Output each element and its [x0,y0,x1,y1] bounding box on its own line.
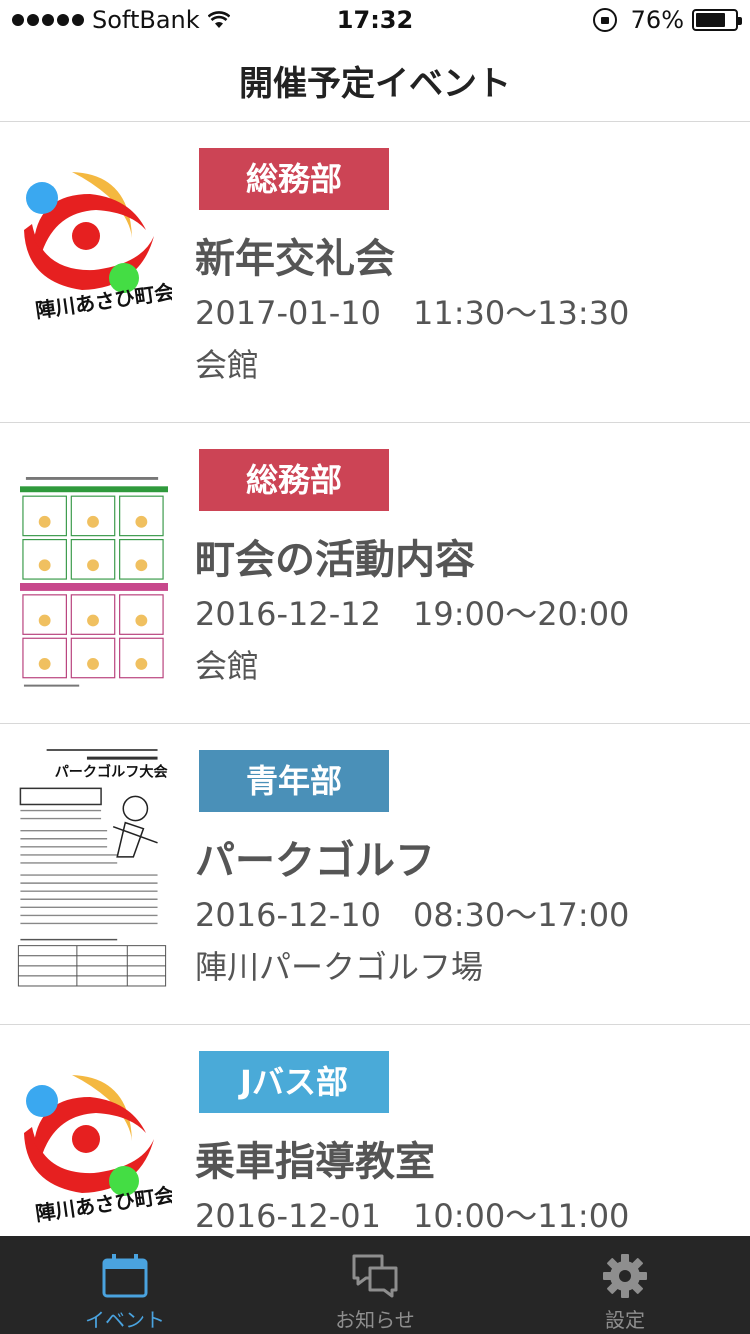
status-bar: SoftBank 17:32 76% [0,0,750,40]
event-row[interactable]: 陣川あさひ町会 総務部 新年交礼会 2017-01-10 11:30〜13:30… [0,122,750,423]
department-badge: 総務部 [199,148,389,210]
event-title: 乗車指導教室 [195,1139,435,1185]
event-row[interactable]: 総務部 町会の活動内容 2016-12-12 19:00〜20:00 会館 [0,423,750,724]
navigation-bar: 開催予定イベント [0,40,750,122]
event-title: 新年交礼会 [195,236,395,282]
department-badge: 総務部 [199,449,389,511]
event-place: 会館 [195,346,260,384]
event-datetime: 2017-01-10 11:30〜13:30 [195,294,630,332]
event-place: 会館 [195,647,260,685]
activity-flyer-thumbnail [20,472,168,695]
town-association-logo: 陣川あさひ町会 [12,1063,172,1223]
page-title: 開催予定イベント [239,64,511,104]
tab-events-label: イベント [85,1308,165,1332]
tab-settings-label: 設定 [605,1308,645,1332]
event-datetime: 2016-12-12 19:00〜20:00 [195,595,630,633]
tab-settings[interactable]: 設定 [500,1236,750,1334]
chat-bubbles-icon [352,1254,398,1298]
tab-notices[interactable]: お知らせ [250,1236,500,1334]
department-badge: 青年部 [199,750,389,812]
event-list[interactable]: 陣川あさひ町会 総務部 新年交礼会 2017-01-10 11:30〜13:30… [0,122,750,1236]
event-datetime: 2016-12-10 08:30〜17:00 [195,896,630,934]
event-place: 陣川パークゴルフ場 [195,948,484,986]
tab-notices-label: お知らせ [335,1308,415,1332]
flyer-heading: パークゴルフ大会 [55,763,168,780]
tab-bar: イベント お知らせ 設定 [0,1236,750,1334]
battery-info: 76% [592,6,742,34]
gear-icon [603,1254,647,1298]
tab-events[interactable]: イベント [0,1236,250,1334]
event-datetime: 2016-12-01 10:00〜11:00 [195,1197,630,1235]
calendar-icon [102,1254,148,1298]
event-title: 町会の活動内容 [195,537,475,583]
department-badge: Jバス部 [199,1051,389,1113]
event-row[interactable]: 陣川あさひ町会 Jバス部 乗車指導教室 2016-12-01 10:00〜11:… [0,1025,750,1236]
event-row[interactable]: パークゴルフ大会 青年部 パークゴルフ 2016-12-10 08:30〜17:… [0,724,750,1025]
event-title: パークゴルフ [195,838,435,884]
battery-icon [692,9,742,31]
battery-percent: 76% [630,6,684,34]
town-association-logo: 陣川あさひ町会 [12,160,172,320]
rotation-lock-icon [592,8,617,32]
park-golf-flyer-thumbnail: パークゴルフ大会 [16,746,168,988]
